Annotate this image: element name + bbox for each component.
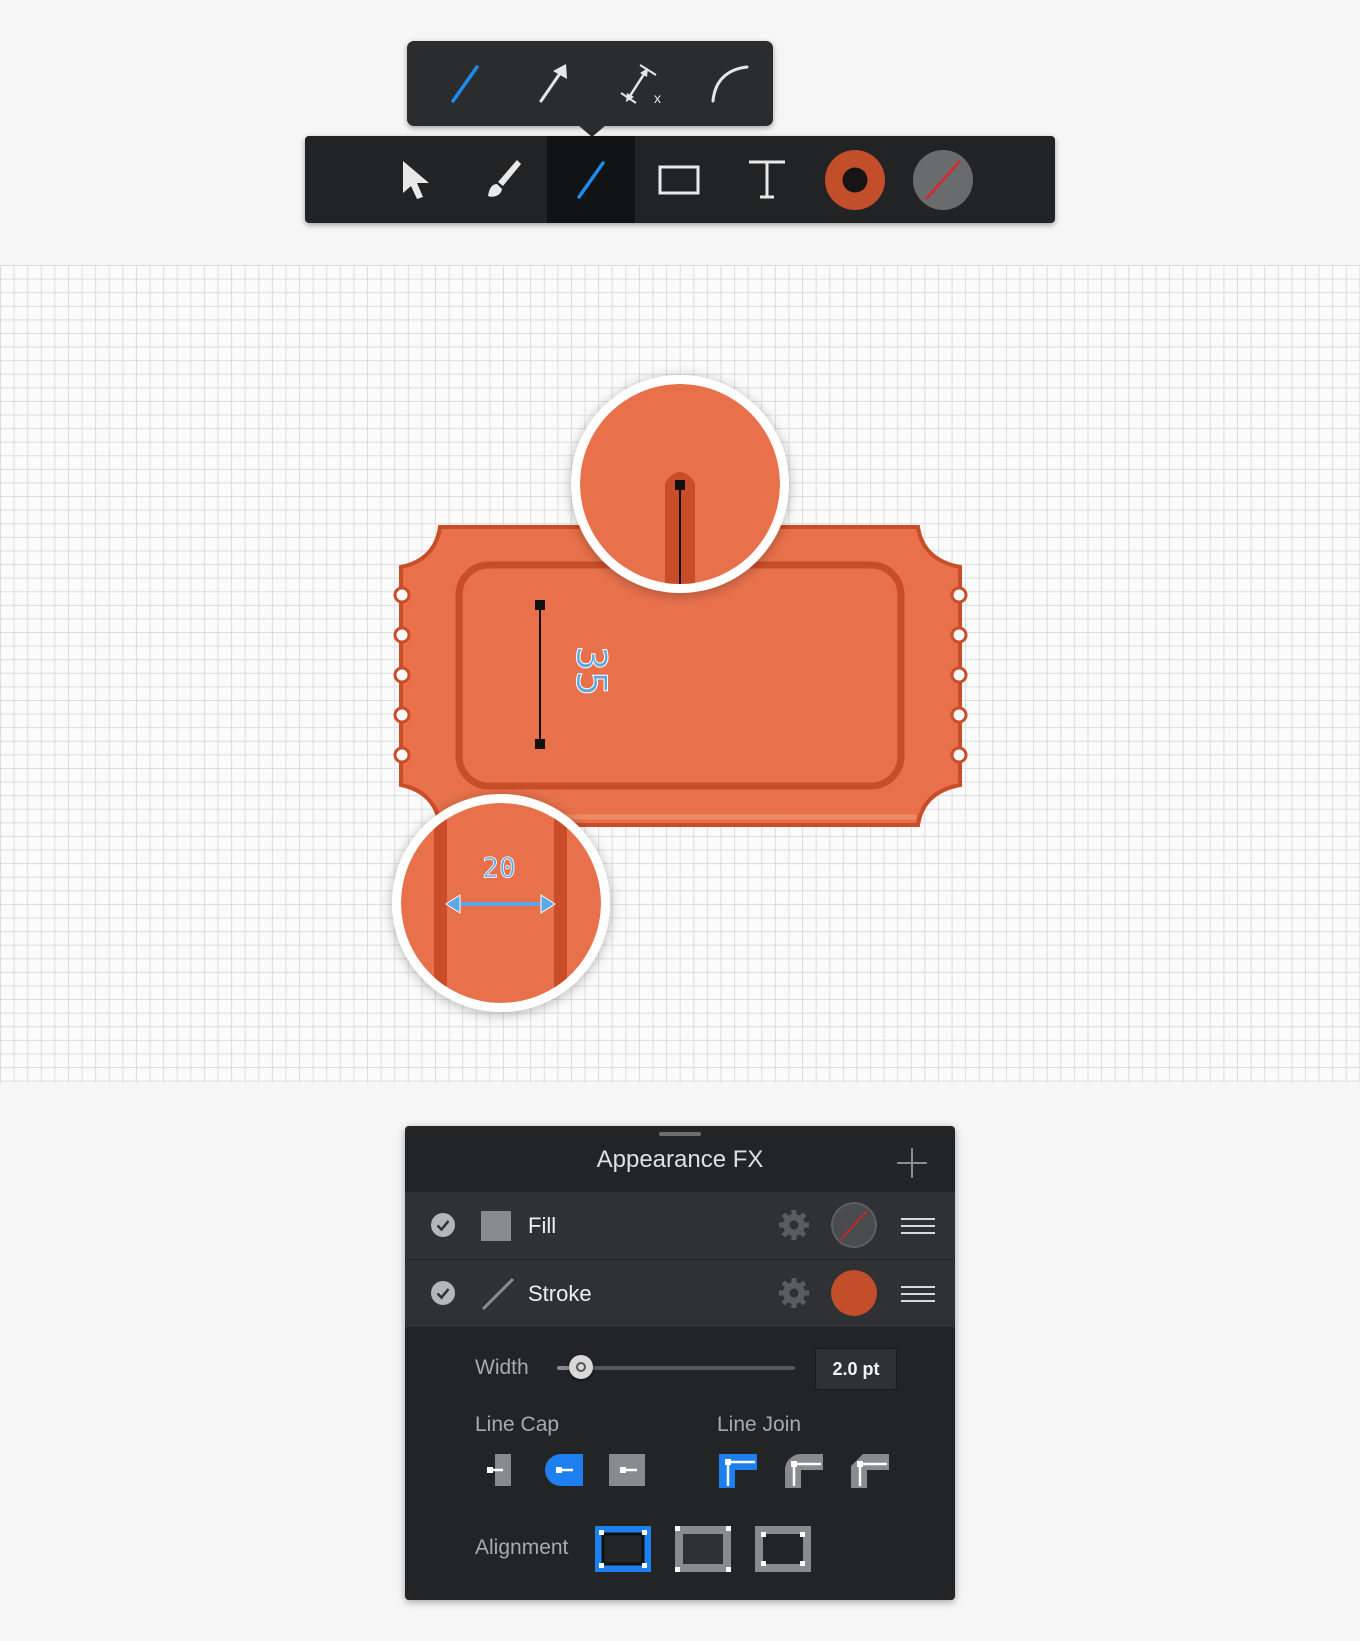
dimension-tool-icon: x: [620, 63, 661, 106]
line-tool-button[interactable]: [421, 41, 509, 126]
checkmark-icon[interactable]: [431, 1281, 455, 1305]
rectangle-icon: [658, 165, 700, 194]
miter-join-icon: [719, 1454, 757, 1488]
select-tool-button[interactable]: [371, 136, 459, 223]
appearance-panel: Appearance FX Fill Stroke Width 2.0 pt L…: [405, 1126, 955, 1600]
width-dimension-label: 20: [482, 851, 516, 884]
drawing-canvas[interactable]: 35 20: [0, 265, 1360, 1083]
panel-grabber[interactable]: [659, 1132, 701, 1136]
text-tool-button[interactable]: [723, 136, 811, 223]
brush-tool-button[interactable]: [459, 136, 547, 223]
panel-title: Appearance FX: [596, 1146, 764, 1173]
align-outside-button[interactable]: [755, 1526, 811, 1572]
fill-square-icon: [481, 1211, 511, 1241]
line-tool-icon: [577, 160, 605, 199]
fill-swatch[interactable]: [831, 1202, 877, 1248]
stroke-swatch[interactable]: [831, 1270, 877, 1316]
line-tool-icon: [451, 64, 479, 103]
fill-color-swatch: [913, 149, 973, 210]
reorder-handle-icon[interactable]: [901, 1216, 935, 1236]
align-outside-icon: [755, 1526, 811, 1572]
stroke-row[interactable]: Stroke: [405, 1260, 955, 1327]
width-slider-knob[interactable]: [568, 1355, 593, 1379]
stroke-color-swatch: [825, 149, 885, 210]
fill-label: Fill: [528, 1213, 557, 1238]
line-tool-button-main[interactable]: [547, 136, 635, 223]
select-arrow-icon: [403, 160, 429, 199]
svg-text:x: x: [654, 90, 661, 106]
square-cap-button[interactable]: [607, 1452, 647, 1488]
arc-tool-icon: [711, 65, 749, 102]
reorder-handle-icon[interactable]: [901, 1284, 935, 1304]
round-join-icon: [785, 1454, 823, 1488]
fill-color-button[interactable]: [899, 136, 987, 223]
butt-cap-icon: [487, 1454, 511, 1486]
align-inside-button[interactable]: [675, 1526, 731, 1572]
bevel-join-button[interactable]: [849, 1452, 889, 1488]
line-cap-label: Line Cap: [475, 1413, 560, 1436]
round-cap-button[interactable]: [543, 1452, 583, 1488]
butt-cap-button[interactable]: [483, 1452, 523, 1488]
stroke-label: Stroke: [528, 1281, 592, 1306]
align-center-icon: [595, 1526, 651, 1572]
miter-join-button[interactable]: [717, 1452, 757, 1488]
stroke-color-button[interactable]: [811, 136, 899, 223]
text-icon: [749, 160, 785, 198]
gear-icon[interactable]: [777, 1276, 811, 1310]
checkmark-icon[interactable]: [431, 1213, 455, 1237]
line-join-label: Line Join: [717, 1413, 802, 1436]
align-center-button[interactable]: [595, 1526, 651, 1572]
gear-icon[interactable]: [777, 1208, 811, 1242]
round-cap-icon: [545, 1454, 583, 1486]
align-inside-icon: [675, 1526, 731, 1572]
height-dimension-label: 35: [567, 646, 616, 697]
stroke-line-icon: [481, 1277, 515, 1311]
width-value-field[interactable]: 2.0 pt: [815, 1348, 897, 1390]
square-cap-icon: [609, 1454, 645, 1486]
arrow-tool-icon: [539, 63, 567, 102]
dimension-tool-button[interactable]: x: [597, 41, 685, 126]
arrow-tool-button[interactable]: [509, 41, 597, 126]
width-label: Width: [475, 1356, 529, 1379]
bevel-join-icon: [851, 1454, 889, 1488]
alignment-label: Alignment: [475, 1536, 569, 1559]
arc-tool-button[interactable]: [685, 41, 773, 126]
add-icon[interactable]: [895, 1146, 929, 1180]
rectangle-tool-button[interactable]: [635, 136, 723, 223]
line-tools-popover: x: [407, 41, 773, 126]
brush-icon: [488, 159, 521, 197]
main-toolbar: [305, 136, 1055, 223]
fill-row[interactable]: Fill: [405, 1192, 955, 1260]
round-join-button[interactable]: [783, 1452, 823, 1488]
